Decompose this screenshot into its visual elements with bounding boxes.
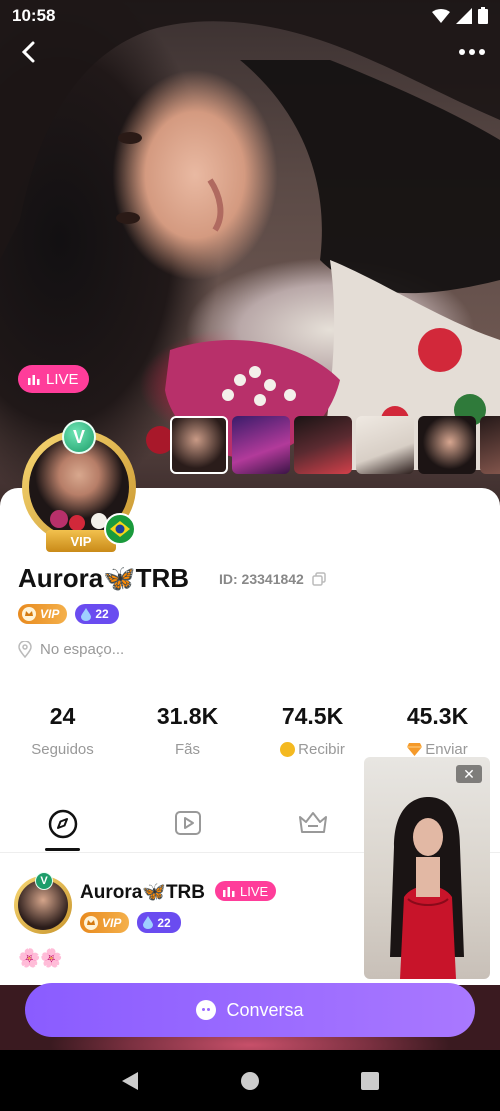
location-pin-icon: [18, 641, 32, 658]
back-button[interactable]: [10, 36, 46, 68]
verified-badge: V: [62, 420, 96, 454]
battery-icon: [478, 7, 488, 24]
status-bar: 10:58: [0, 0, 500, 32]
status-icons: [432, 7, 488, 24]
gem-icon: [407, 743, 423, 756]
stat-value: 45.3K: [406, 703, 469, 729]
drop-icon: [81, 607, 92, 621]
vip-badge-label: VIP: [40, 607, 60, 621]
live-badge[interactable]: LIVE: [18, 365, 89, 393]
level-badge-value: 22: [95, 607, 109, 621]
live-bars-icon: [28, 375, 40, 385]
photo-thumbnail[interactable]: [170, 416, 228, 474]
video-preview-art: [390, 797, 464, 979]
chat-button[interactable]: Conversa: [25, 983, 475, 1037]
compass-icon: [48, 809, 77, 839]
photo-thumbnail[interactable]: [356, 416, 414, 474]
level-badge: 22: [137, 912, 181, 933]
tab-honors[interactable]: [250, 808, 375, 852]
status-time: 10:58: [12, 6, 56, 25]
photo-thumbnail[interactable]: [480, 416, 500, 474]
chevron-left-icon: [21, 41, 35, 63]
post-author-avatar[interactable]: V: [14, 872, 74, 934]
live-badge-label: LIVE: [46, 370, 79, 388]
crown-outline-icon: [298, 812, 327, 833]
post-author-name[interactable]: Aurora🦋TRB: [80, 880, 205, 904]
stat-label: Fãs: [174, 741, 200, 758]
profile-avatar[interactable]: V VIP: [20, 420, 140, 555]
location: No espaço...: [18, 641, 124, 658]
photo-thumbnail[interactable]: [418, 416, 476, 474]
copy-icon[interactable]: [312, 572, 326, 586]
chat-button-label: Conversa: [226, 999, 304, 1020]
nav-back-icon[interactable]: [120, 1071, 140, 1091]
location-text: No espaço...: [40, 641, 125, 658]
post-badges: VIP 22: [80, 912, 181, 933]
wifi-icon: [432, 8, 450, 23]
stat-label: Enviar: [425, 741, 468, 758]
profile-tabs: [0, 808, 375, 852]
coin-icon: [280, 742, 296, 757]
nav-home-icon[interactable]: [240, 1071, 260, 1091]
stat-fans[interactable]: 31.8K Fãs: [125, 700, 250, 758]
signal-icon: [456, 7, 472, 24]
level-badge-value: 22: [157, 915, 171, 930]
crown-icon: [84, 915, 98, 930]
crown-icon: [22, 607, 36, 621]
vip-badge-label: VIP: [102, 915, 122, 930]
level-badge[interactable]: 22: [75, 604, 119, 624]
photo-thumbnail[interactable]: [294, 416, 352, 474]
more-dots-icon: [459, 49, 485, 55]
floating-video-preview[interactable]: ✕: [364, 757, 490, 979]
profile-name: Aurora🦋TRB: [18, 563, 190, 593]
flag-art: [110, 521, 130, 537]
post-live-badge[interactable]: LIVE: [215, 881, 277, 901]
user-id: ID: 23341842: [219, 571, 326, 587]
vip-badge: VIP: [80, 912, 130, 933]
post-text: 🌸🌸: [18, 948, 63, 968]
photo-thumbnails: [170, 416, 500, 474]
profile-badges: VIP 22: [18, 604, 119, 624]
photo-thumbnail[interactable]: [232, 416, 290, 474]
brazil-flag-icon: [104, 513, 136, 545]
drop-icon: [143, 916, 154, 929]
nav-recents-icon[interactable]: [360, 1071, 380, 1091]
profile-stats: 24 Seguidos 31.8K Fãs 74.5K Recibir 45.3…: [0, 700, 500, 758]
stat-label: Seguidos: [31, 741, 94, 758]
close-video-button[interactable]: ✕: [456, 765, 482, 783]
stat-following[interactable]: 24 Seguidos: [0, 700, 125, 758]
tab-moments[interactable]: [0, 808, 125, 852]
verified-badge: V: [35, 872, 53, 890]
user-id-text: ID: 23341842: [219, 571, 304, 587]
vip-badge[interactable]: VIP: [18, 604, 68, 624]
system-nav-bar: [0, 1050, 500, 1111]
more-options-button[interactable]: [454, 36, 490, 68]
stat-label: Recibir: [298, 741, 345, 758]
post-live-label: LIVE: [240, 883, 269, 899]
tab-videos[interactable]: [125, 808, 250, 852]
live-bars-icon: [223, 887, 235, 897]
stat-received[interactable]: 74.5K Recibir: [250, 700, 375, 758]
video-icon: [174, 811, 201, 835]
chat-bubble-icon: [196, 1000, 217, 1020]
stat-value: 24: [49, 703, 76, 729]
stat-value: 74.5K: [281, 703, 344, 729]
stat-value: 31.8K: [156, 703, 219, 729]
stat-sent[interactable]: 45.3K Enviar: [375, 700, 500, 758]
